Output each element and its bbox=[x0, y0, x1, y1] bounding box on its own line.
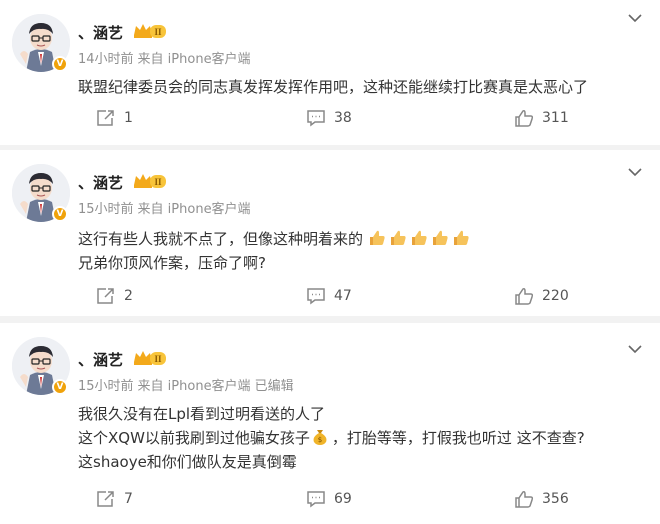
post-source: 来自 iPhone客户端 bbox=[137, 202, 251, 217]
post-time: 14小时前 bbox=[78, 52, 134, 67]
like-button[interactable]: 311 bbox=[514, 108, 569, 128]
post-card: V 、涵艺 II 15小时前 来自 iPhone客户端 已编辑 我很久没有在Lpl看… bbox=[0, 323, 660, 524]
post-meta: 14小时前 来自 iPhone客户端 bbox=[78, 48, 255, 67]
post-source: 来自 iPhone客户端 bbox=[137, 52, 251, 67]
repost-count: 7 bbox=[124, 491, 133, 507]
comment-icon bbox=[307, 491, 325, 508]
thumbs-up-outline-icon bbox=[515, 288, 534, 305]
username[interactable]: 、涵艺 bbox=[78, 22, 123, 43]
post-meta: 15小时前 来自 iPhone客户端 已编辑 bbox=[78, 375, 298, 394]
level-crown-icon: II bbox=[134, 24, 166, 38]
comment-count: 69 bbox=[334, 491, 352, 507]
post-line-text: 这个XQW以前我刷到过他骗女孩子 bbox=[78, 429, 310, 447]
verified-badge-icon: V bbox=[52, 379, 68, 395]
repost-count: 2 bbox=[124, 288, 133, 304]
like-button[interactable]: 220 bbox=[514, 286, 569, 306]
chevron-down-icon[interactable] bbox=[628, 344, 642, 354]
comment-button[interactable]: 69 bbox=[306, 489, 352, 509]
post-line-text: ，打胎等等，打假我也听过 这不查查? bbox=[331, 429, 585, 447]
svg-text:II: II bbox=[154, 27, 162, 37]
svg-text:II: II bbox=[154, 177, 162, 187]
like-count: 311 bbox=[542, 110, 569, 126]
post-content: 这行有些人我就不点了，但像这种明着来的 兄弟你顶风作案，压命了啊? bbox=[78, 227, 473, 275]
post-source: 来自 iPhone客户端 bbox=[137, 379, 251, 394]
comment-button[interactable]: 47 bbox=[306, 286, 352, 306]
chevron-down-icon[interactable] bbox=[628, 13, 642, 23]
post-line: 我很久没有在Lpl看到过明看送的人了 bbox=[78, 405, 326, 423]
comment-count: 47 bbox=[334, 288, 352, 304]
thumbs-up-outline-icon bbox=[515, 491, 534, 508]
post-line: 这shaoye和你们做队友是真倒霉 bbox=[78, 453, 297, 471]
repost-button[interactable]: 2 bbox=[96, 286, 133, 306]
like-button[interactable]: 356 bbox=[514, 489, 569, 509]
comment-button[interactable]: 38 bbox=[306, 108, 352, 128]
thumbs-up-icon bbox=[453, 230, 469, 245]
svg-text:$: $ bbox=[318, 436, 322, 444]
money-bag-icon: $ bbox=[313, 430, 327, 445]
like-count: 356 bbox=[542, 491, 569, 507]
comment-icon bbox=[307, 288, 325, 305]
thumbs-up-outline-icon bbox=[515, 110, 534, 127]
post-card: V 、涵艺 II 14小时前 来自 iPhone客户端 联盟纪律委员会的同志真发挥… bbox=[0, 0, 660, 145]
post-line-text: 这行有些人我就不点了，但像这种明着来的 bbox=[78, 230, 364, 248]
thumbs-up-icon bbox=[411, 230, 427, 245]
thumbs-up-icon bbox=[432, 230, 448, 245]
svg-text:II: II bbox=[154, 354, 162, 364]
level-crown-icon: II bbox=[134, 174, 166, 188]
post-line: 这个XQW以前我刷到过他骗女孩子 $ ，打胎等等，打假我也听过 这不查查? bbox=[78, 426, 585, 450]
like-count: 220 bbox=[542, 288, 569, 304]
level-crown-icon: II bbox=[134, 351, 166, 365]
chevron-down-icon[interactable] bbox=[628, 167, 642, 177]
comment-icon bbox=[307, 110, 325, 127]
repost-icon bbox=[97, 491, 114, 507]
repost-icon bbox=[97, 288, 114, 304]
post-line: 这行有些人我就不点了，但像这种明着来的 bbox=[78, 227, 473, 251]
post-line: 联盟纪律委员会的同志真发挥发挥作用吧，这种还能继续打比赛真是太恶心了 bbox=[78, 78, 589, 96]
verified-badge-icon: V bbox=[52, 206, 68, 222]
post-card: V 、涵艺 II 15小时前 来自 iPhone客户端 这行有些人我就不点了，但像… bbox=[0, 150, 660, 316]
comment-count: 38 bbox=[334, 110, 352, 126]
repost-count: 1 bbox=[124, 110, 133, 126]
username[interactable]: 、涵艺 bbox=[78, 172, 123, 193]
post-time: 15小时前 bbox=[78, 202, 134, 217]
verified-badge-icon: V bbox=[52, 56, 68, 72]
username[interactable]: 、涵艺 bbox=[78, 349, 123, 370]
repost-button[interactable]: 1 bbox=[96, 108, 133, 128]
repost-icon bbox=[97, 110, 114, 126]
post-content: 我很久没有在Lpl看到过明看送的人了 这个XQW以前我刷到过他骗女孩子 $ ，打胎等… bbox=[78, 402, 585, 474]
post-meta: 15小时前 来自 iPhone客户端 bbox=[78, 198, 255, 217]
edited-label: 已编辑 bbox=[254, 379, 294, 394]
post-line: 兄弟你顶风作案，压命了啊? bbox=[78, 254, 266, 272]
post-time: 15小时前 bbox=[78, 379, 134, 394]
thumbs-up-icon bbox=[390, 230, 406, 245]
emoji-row bbox=[363, 230, 473, 248]
post-content: 联盟纪律委员会的同志真发挥发挥作用吧，这种还能继续打比赛真是太恶心了 bbox=[78, 75, 588, 99]
repost-button[interactable]: 7 bbox=[96, 489, 133, 509]
thumbs-up-icon bbox=[369, 230, 385, 245]
